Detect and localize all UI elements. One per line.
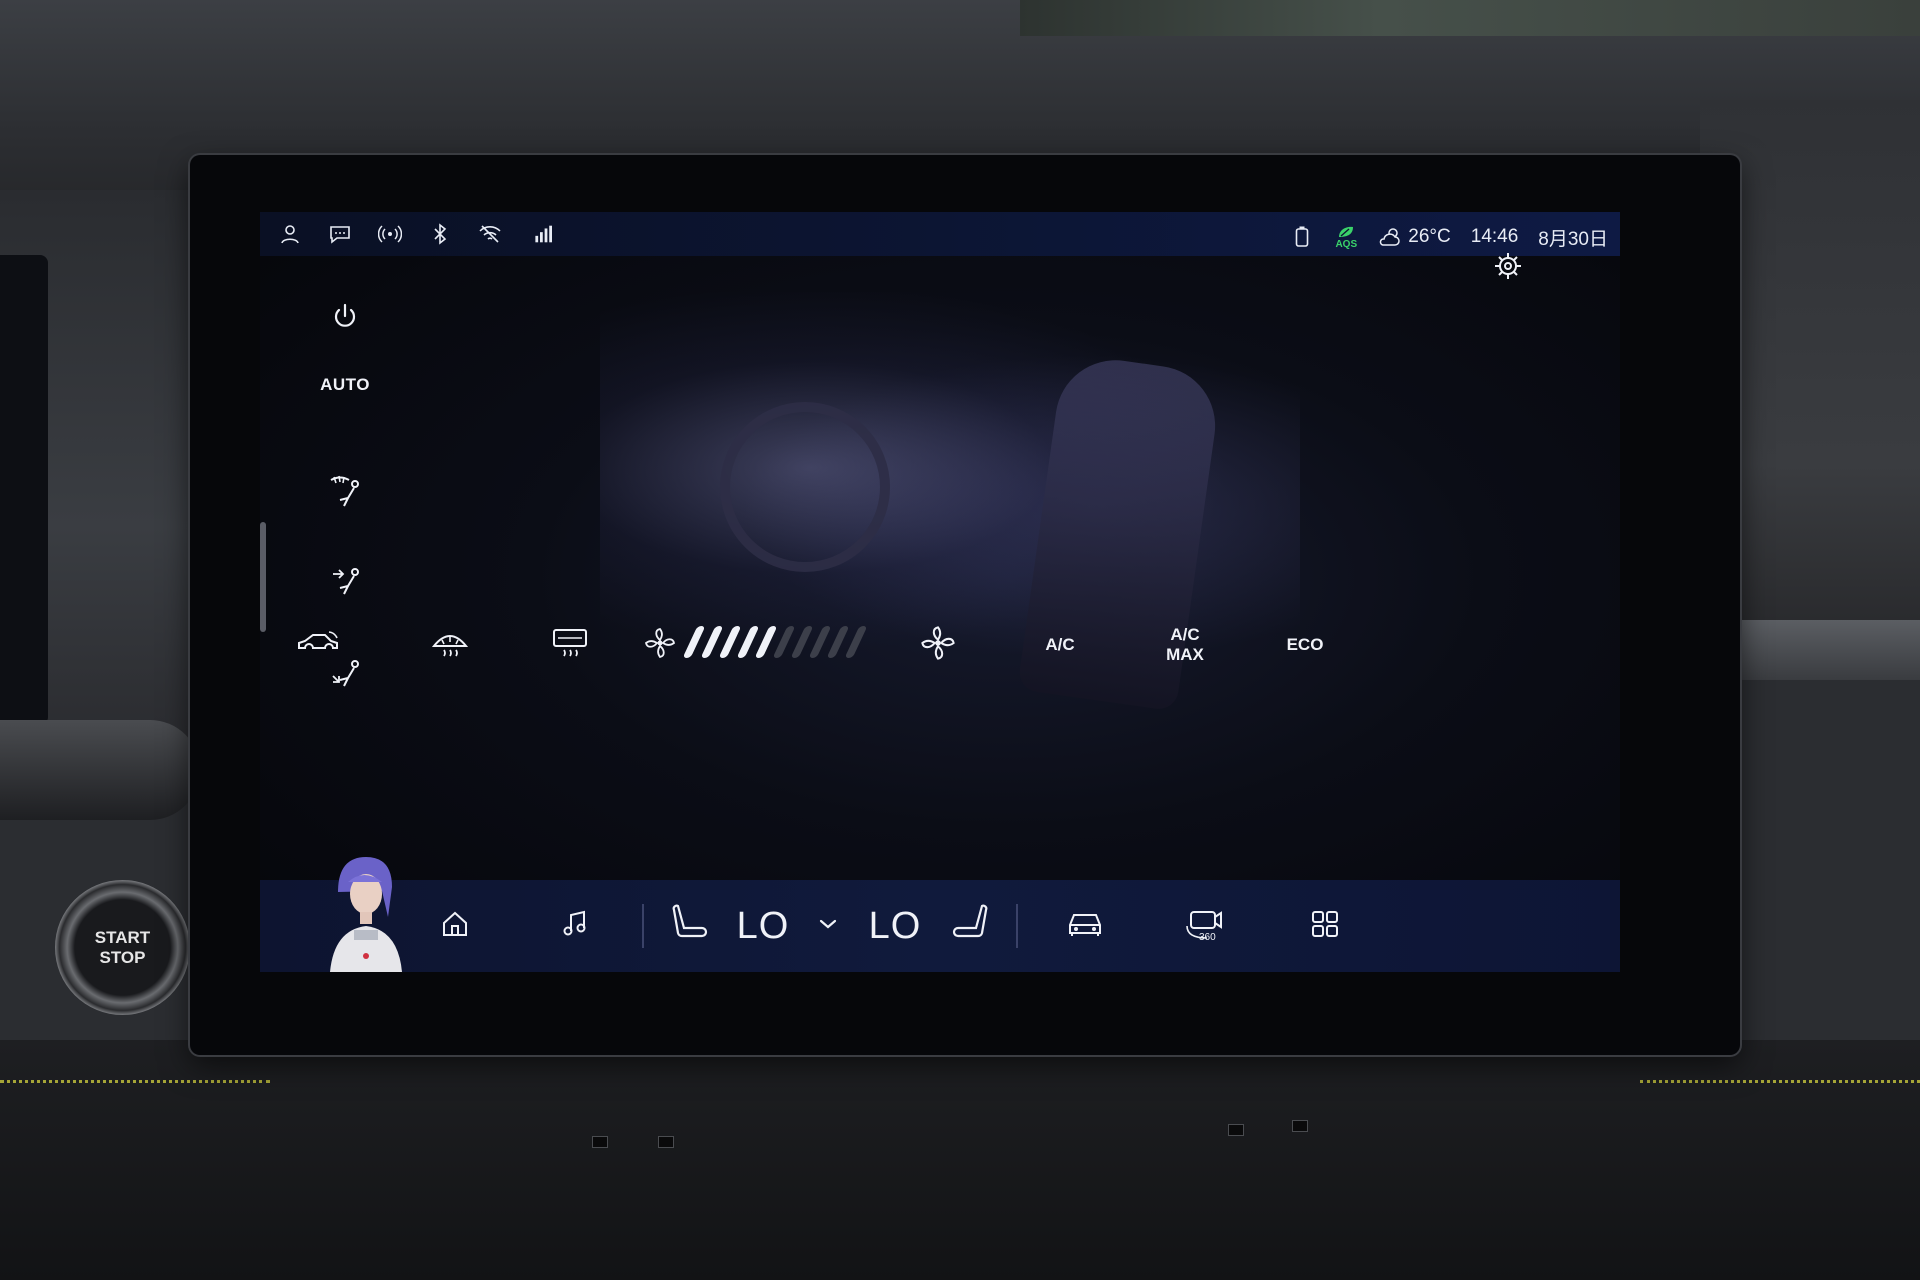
climate-power-button[interactable]: [300, 302, 390, 337]
car-icon: [1066, 909, 1104, 944]
bottom-dock: LO LO 360: [260, 857, 1620, 972]
air-recirculation-button[interactable]: [280, 620, 360, 670]
vent-slot: [592, 1136, 608, 1148]
rear-defrost-button[interactable]: [530, 620, 610, 670]
stop-label: STOP: [99, 947, 146, 967]
dock-divider: [642, 904, 644, 948]
gear-icon: [1492, 253, 1524, 286]
dashboard-lower: [0, 1040, 1920, 1280]
infotainment-screen: AQS 26°C 14:46 8月30日 AUTO A/C A/C MAX EC…: [260, 212, 1620, 972]
chevron-down-icon: [818, 917, 838, 936]
clock-time: 14:46: [1470, 226, 1519, 247]
passenger-seat-icon: [950, 902, 990, 951]
ac-label: A/C: [1045, 635, 1075, 654]
ac-button[interactable]: A/C: [1020, 620, 1100, 670]
grid-icon: [1310, 909, 1340, 944]
fan-large-icon: [919, 624, 957, 667]
steering-wheel-render: [720, 402, 890, 572]
ac-max-label-top: A/C: [1170, 625, 1200, 644]
camera-360-button[interactable]: 360: [1170, 880, 1240, 972]
wifi-off-icon[interactable]: [478, 222, 502, 246]
date-label: 8月30日: [1538, 228, 1608, 250]
vehicle-button[interactable]: [1050, 880, 1120, 972]
weather-cloud-sun-icon: [1378, 225, 1402, 249]
passenger-temperature[interactable]: LO: [860, 880, 930, 972]
temperature-sync-button[interactable]: [808, 880, 848, 972]
voice-assistant-avatar[interactable]: [308, 852, 418, 972]
passenger-seat-button[interactable]: [940, 880, 1000, 972]
eco-button[interactable]: ECO: [1265, 620, 1345, 670]
front-defrost-icon: [430, 626, 470, 665]
chat-icon[interactable]: [328, 222, 352, 246]
status-bar: AQS 26°C 14:46 8月30日: [260, 212, 1620, 256]
ac-max-label-bottom: MAX: [1166, 645, 1204, 664]
rear-defrost-icon: [550, 626, 590, 665]
fan-decrease-button[interactable]: [635, 620, 685, 670]
climate-settings-button[interactable]: [1492, 250, 1528, 286]
music-note-icon: [560, 909, 590, 944]
home-button[interactable]: [420, 880, 490, 972]
airflow-face-icon: [325, 568, 365, 608]
vent-slot: [658, 1136, 674, 1148]
fan-small-icon: [643, 626, 677, 665]
fan-speed-bar[interactable]: [682, 626, 868, 658]
airflow-face-windshield-button[interactable]: [300, 472, 390, 517]
music-button[interactable]: [540, 880, 610, 972]
app-grid-button[interactable]: [1290, 880, 1360, 972]
user-icon[interactable]: [278, 222, 302, 246]
instrument-display-edge: [0, 255, 48, 725]
yellow-stitching-right: [1640, 1080, 1920, 1123]
yellow-stitching-left: [0, 1080, 270, 1123]
driver-seat-icon: [670, 902, 710, 951]
vent-slot: [1228, 1124, 1244, 1136]
aqs-label: AQS: [1335, 238, 1358, 250]
air-quality-icon: AQS: [1334, 222, 1358, 252]
battery-icon: [1290, 225, 1314, 249]
vent-slot: [1292, 1120, 1308, 1132]
driver-seat-button[interactable]: [660, 880, 720, 972]
start-stop-button[interactable]: START STOP: [55, 880, 190, 1015]
bluetooth-icon[interactable]: [428, 222, 452, 246]
windshield-glimpse: [1020, 0, 1920, 36]
eco-label: ECO: [1286, 635, 1324, 654]
airflow-feet-icon: [325, 660, 365, 700]
dock-divider: [1016, 904, 1018, 948]
svg-text:360: 360: [1199, 932, 1216, 942]
car-recirculation-icon: [295, 628, 345, 663]
home-icon: [440, 909, 470, 944]
camera-360-icon: 360: [1183, 906, 1227, 947]
power-icon: [330, 303, 360, 336]
front-defrost-button[interactable]: [410, 620, 490, 670]
signal-icon: [528, 222, 552, 246]
auto-button[interactable]: AUTO: [300, 375, 390, 395]
airflow-windshield-icon: [325, 475, 365, 516]
fan-increase-button[interactable]: [908, 620, 968, 670]
weather-temperature: 26°C: [1408, 226, 1451, 247]
climate-control-row: A/C A/C MAX ECO: [260, 612, 1620, 682]
ac-max-button[interactable]: A/C MAX: [1140, 620, 1230, 670]
airflow-face-button[interactable]: [300, 564, 390, 609]
steering-column-stalk: [0, 720, 200, 820]
driver-temperature[interactable]: LO: [728, 880, 798, 972]
broadcast-icon[interactable]: [378, 222, 402, 246]
start-label: START: [94, 927, 151, 947]
fan-level-segment: [844, 626, 868, 658]
